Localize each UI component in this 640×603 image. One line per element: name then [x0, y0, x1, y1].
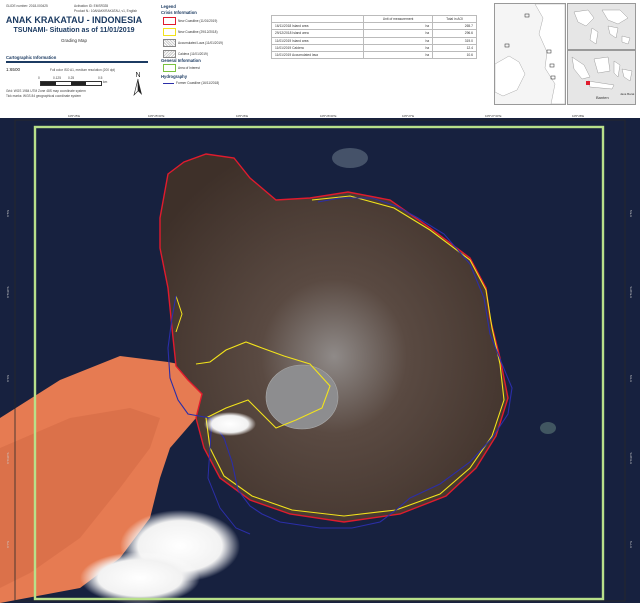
lat-tick-right: 6°5'S — [629, 210, 633, 217]
inset-world-map — [567, 3, 636, 50]
legend-swatch — [163, 28, 176, 36]
table-row: 16/11/2018 Island area ha 265.7 — [271, 22, 477, 31]
legend-item-aoi: Area of Interest — [163, 64, 200, 72]
table-header — [271, 14, 364, 24]
legend-line — [163, 82, 174, 84]
north-arrow-icon: N — [133, 72, 142, 96]
legend-item-accumulated-lava: Accumulated Lava (11/01/2019) — [163, 39, 223, 47]
location-marker — [586, 81, 590, 85]
activation-id: Activation ID: EMSR335 — [74, 4, 109, 8]
map-subtitle: TSUNAMI- Situation as of 11/01/2019 — [13, 27, 135, 34]
table-cell: 29/12/2018 Island area — [271, 29, 364, 38]
table-cell: 12.4 — [432, 43, 477, 52]
grid-note: Grid: WGS 1984 UTM Zone 48S map coordina… — [6, 89, 86, 93]
steam-cloud — [204, 412, 256, 436]
satellite-map: 6°5'S 6°5'30"S 6°6'S 6°6'30"S 6°7'S 6°5'… — [0, 118, 640, 603]
table-header-row: Unit of measurement Total in AOI — [271, 14, 477, 24]
table-cell: 296.6 — [432, 29, 477, 38]
map-title: ANAK KRAKATAU - INDONESIA — [5, 15, 143, 25]
legend-heading: Legend — [161, 4, 176, 9]
lat-tick: 6°6'30"S — [6, 452, 10, 464]
legend-swatch — [163, 50, 176, 58]
caldera — [265, 364, 339, 430]
glide-number: GLIDE number: 2018-000425 — [6, 4, 48, 8]
table-cell: 319.0 — [432, 36, 477, 45]
lat-tick: 6°6'S — [6, 375, 10, 382]
lat-tick: 6°5'S — [6, 210, 10, 217]
scale-tick-0: 0 — [38, 76, 40, 80]
hydro-heading: Hydrography — [161, 74, 188, 79]
legend-item-caldera: Caldera (11/01/2019) — [163, 50, 208, 58]
inset-label-banten: Banten — [596, 95, 609, 100]
table-cell: 10.6 — [432, 50, 477, 60]
map-type: Grading Map — [60, 38, 87, 43]
lat-tick-right: 6°6'30"S — [629, 452, 633, 464]
cartographic-heading: Cartographic Information — [6, 55, 57, 60]
tick-note: Tick marks: WGS 84 geographical coordina… — [6, 94, 81, 98]
legend-swatch — [163, 64, 176, 72]
lat-tick: 6°5'30"S — [6, 286, 10, 298]
general-heading: General Information — [161, 58, 201, 63]
inset-region-map — [494, 3, 566, 105]
table-cell: 11/01/2019 Island area — [271, 36, 364, 45]
legend-item-new-coastline-2019: New Coastline (11/01/2019) — [163, 17, 217, 25]
header-panel: GLIDE number: 2018-000425 Activation ID:… — [0, 0, 640, 118]
north-label: N — [135, 72, 140, 79]
scale-unit: km — [103, 80, 108, 84]
map-scale: 1:6500 — [6, 67, 21, 72]
table-cell: ha — [362, 36, 434, 45]
table-row: 11/01/2019 Accumulated lava ha 10.6 — [271, 50, 477, 60]
crisis-heading: Crisis Information — [161, 10, 197, 15]
inset-country-map: Banten Java Barat — [567, 50, 636, 105]
cartographic-divider — [6, 61, 148, 63]
scale-tick-2: 0.25 — [68, 76, 75, 80]
table-row: 11/01/2019 Caldera ha 12.4 — [271, 43, 477, 52]
table-row: 11/01/2019 Island area ha 319.0 — [271, 36, 477, 45]
table-cell: ha — [362, 43, 434, 52]
table-header: Total in AOI — [432, 14, 477, 24]
table-cell: 11/01/2019 Accumulated lava — [271, 50, 364, 60]
legend-item-new-coastline-2018: New Coastline (29/12/2018) — [163, 28, 218, 36]
statistics-table: Unit of measurement Total in AOI 16/11/2… — [271, 14, 477, 60]
lat-tick-right: 6°7'S — [629, 541, 633, 548]
print-note: Full color ISO A1, medium resolution (20… — [50, 68, 116, 72]
table-row: 29/12/2018 Island area ha 296.6 — [271, 29, 477, 38]
inset-label-java: Java Barat — [620, 92, 635, 96]
table-header: Unit of measurement — [362, 14, 434, 24]
scale-tick-3: 0.5 — [98, 76, 103, 80]
table-cell: 265.7 — [432, 22, 477, 31]
product-number: Product N.: 10ANAKKRAKATAU, v1, English — [74, 9, 138, 13]
lat-tick-right: 6°6'S — [629, 375, 633, 382]
table-cell: ha — [362, 50, 434, 60]
lat-tick: 6°7'S — [6, 541, 10, 548]
lat-tick-right: 6°5'30"S — [629, 286, 633, 298]
table-cell: 16/11/2018 Island area — [271, 22, 364, 31]
table-cell: 11/01/2019 Caldera — [271, 43, 364, 52]
legend-item-former-coastline: Former Coastline (16/11/2018) — [163, 81, 219, 85]
scale-bar — [40, 81, 102, 86]
table-cell: ha — [362, 22, 434, 31]
legend-swatch — [163, 39, 176, 47]
table-cell: ha — [362, 29, 434, 38]
scale-tick-1: 0.125 — [53, 76, 61, 80]
legend-swatch — [163, 17, 176, 25]
